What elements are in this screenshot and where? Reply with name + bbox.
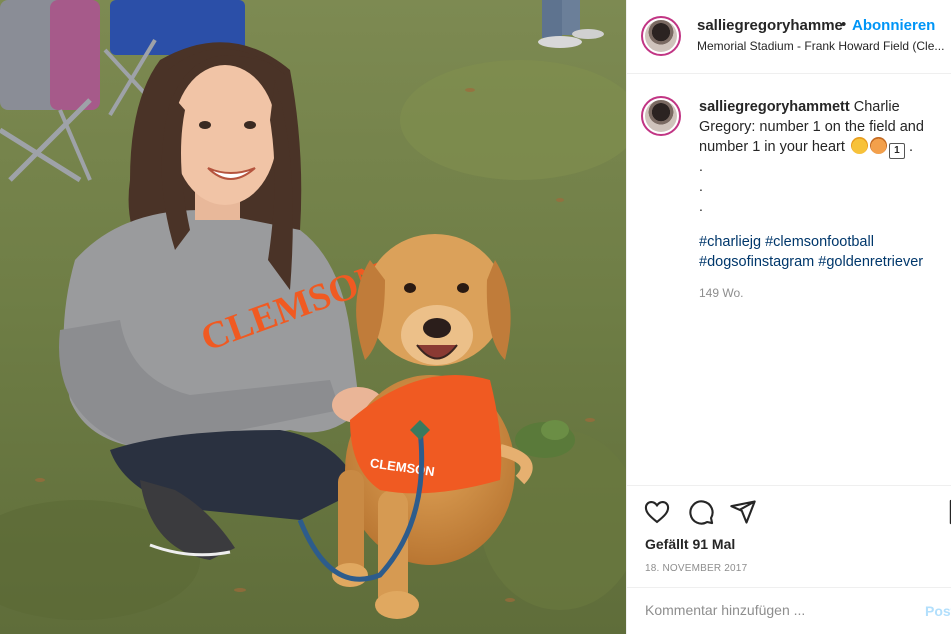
hashtag-link[interactable]: #dogsofinstagram: [699, 254, 814, 270]
hashtag-link[interactable]: #goldenretriever: [818, 254, 923, 270]
caption-avatar[interactable]: [641, 96, 681, 136]
share-icon[interactable]: [729, 498, 757, 526]
caption: salliegregoryhammett Charlie Gregory: nu…: [699, 98, 945, 159]
caption-dot-line: .: [699, 198, 703, 214]
caption-trailing: .: [908, 139, 913, 155]
comment-icon[interactable]: [687, 498, 715, 526]
hashtag-link[interactable]: #clemsonfootball: [765, 234, 874, 250]
caption-dot-line: .: [699, 178, 703, 194]
hashtag-list: #charliejg #clemsonfootball #dogsofinsta…: [699, 233, 949, 272]
keycap-one-emoji-icon: 1: [888, 143, 905, 159]
hashtag-link[interactable]: #charliejg: [699, 234, 761, 250]
post-date: 18. NOVEMBER 2017: [645, 563, 748, 574]
avatar[interactable]: [641, 16, 681, 56]
caption-dot-line: .: [699, 158, 703, 174]
caption-username[interactable]: salliegregoryhammett: [699, 99, 850, 115]
like-count[interactable]: Gefällt 91 Mal: [645, 536, 735, 552]
header-separator-dot: •: [841, 16, 847, 33]
caption-age: 149 Wo.: [699, 286, 744, 300]
location-link[interactable]: Memorial Stadium - Frank Howard Field (C…: [697, 39, 944, 53]
comment-input[interactable]: [645, 602, 905, 618]
comment-bar: Posten: [627, 587, 951, 634]
heart-eyes-emoji-icon: [850, 137, 868, 154]
post-header: salliegregoryhamme • Abonnieren Memorial…: [627, 0, 951, 74]
header-username[interactable]: salliegregoryhamme: [697, 17, 843, 34]
post-comment-button[interactable]: Posten: [925, 603, 951, 619]
follow-button[interactable]: Abonnieren: [852, 17, 935, 34]
post-photo[interactable]: CLEMSON CLEMSON: [0, 0, 626, 634]
tiger-emoji-icon: [869, 137, 887, 154]
post-photo-illustration: CLEMSON CLEMSON: [0, 0, 626, 634]
save-bookmark-icon[interactable]: [945, 498, 951, 526]
post-side-panel: salliegregoryhamme • Abonnieren Memorial…: [626, 0, 951, 634]
heart-icon[interactable]: [643, 498, 671, 526]
